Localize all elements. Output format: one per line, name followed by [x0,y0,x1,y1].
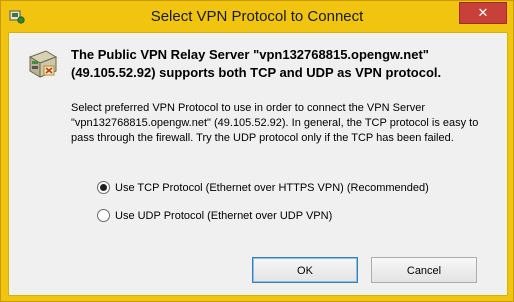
vpn-server-icon [28,50,58,78]
window-title: Select VPN Protocol to Connect [150,8,364,25]
protocol-description: Select preferred VPN Protocol to use in … [71,102,479,144]
close-button[interactable]: ✕ [459,2,507,24]
dialog-window: Select VPN Protocol to Connect ✕ The Pub… [0,0,514,302]
radio-selected-dot [100,184,107,191]
udp-option-label: Use UDP Protocol (Ethernet over UDP VPN) [115,209,333,222]
tcp-radio[interactable] [97,181,110,194]
udp-radio[interactable] [97,209,110,222]
ok-button[interactable]: OK [252,257,358,283]
dialog-body: The Public VPN Relay Server "vpn13276881… [8,32,508,296]
udp-option[interactable]: Use UDP Protocol (Ethernet over UDP VPN) [97,209,332,222]
tcp-option[interactable]: Use TCP Protocol (Ethernet over HTTPS VP… [97,181,429,194]
vpn-client-icon [9,10,25,24]
cancel-button[interactable]: Cancel [371,257,477,283]
title-bar[interactable]: Select VPN Protocol to Connect ✕ [1,1,513,33]
tcp-option-label: Use TCP Protocol (Ethernet over HTTPS VP… [115,181,429,194]
server-summary: The Public VPN Relay Server "vpn13276881… [71,47,442,80]
